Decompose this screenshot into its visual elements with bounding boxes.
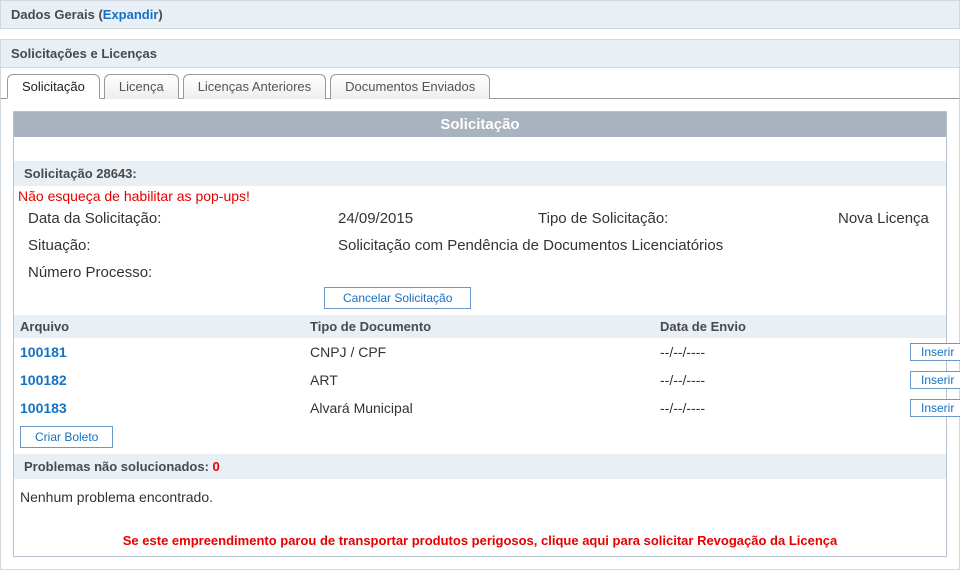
value-tipo-solicitacao: Nova Licença	[838, 210, 932, 227]
cancel-button-row: Cancelar Solicitação	[14, 287, 946, 315]
cancel-solicitation-button[interactable]: Cancelar Solicitação	[324, 287, 471, 309]
problems-header: Problemas não solucionados: 0	[14, 454, 946, 479]
tab-licencas-anteriores[interactable]: Licenças Anteriores	[183, 74, 326, 99]
criar-boleto-button[interactable]: Criar Boleto	[20, 426, 113, 448]
tab-licenca[interactable]: Licença	[104, 74, 179, 99]
col-arquivo: Arquivo	[20, 319, 310, 334]
col-tipo-documento: Tipo de Documento	[310, 319, 660, 334]
expand-link[interactable]: Expandir	[103, 7, 159, 22]
tab-content: Solicitação Solicitação 28643: Não esque…	[0, 99, 960, 570]
footer-warning-link[interactable]: Se este empreendimento parou de transpor…	[14, 529, 946, 556]
problems-label: Problemas não solucionados:	[24, 459, 213, 474]
problems-count: 0	[213, 459, 220, 474]
value-data-solicitacao: 24/09/2015	[338, 210, 538, 227]
spacer	[14, 137, 946, 161]
table-row: 100182 ART --/--/---- Inserir	[14, 366, 946, 394]
doc-date: --/--/----	[660, 344, 910, 360]
table-header: Arquivo Tipo de Documento Data de Envio	[14, 315, 946, 338]
insert-button[interactable]: Inserir	[910, 371, 960, 389]
doc-date: --/--/----	[660, 372, 910, 388]
table-row: 100183 Alvará Municipal --/--/---- Inser…	[14, 394, 946, 422]
value-numero-processo	[338, 264, 932, 281]
doc-type: CNPJ / CPF	[310, 344, 660, 360]
boleto-row: Criar Boleto	[14, 422, 946, 450]
general-data-header: Dados Gerais (Expandir)	[0, 0, 960, 29]
file-link[interactable]: 100181	[20, 344, 67, 360]
insert-button[interactable]: Inserir	[910, 343, 960, 361]
doc-type: ART	[310, 372, 660, 388]
label-data-solicitacao: Data da Solicitação:	[28, 210, 338, 227]
file-link[interactable]: 100182	[20, 372, 67, 388]
sub-header: Solicitação 28643:	[14, 161, 946, 186]
label-numero-processo: Número Processo:	[28, 264, 338, 281]
tab-solicitacao[interactable]: Solicitação	[7, 74, 100, 99]
table-row: 100181 CNPJ / CPF --/--/---- Inserir	[14, 338, 946, 366]
file-link[interactable]: 100183	[20, 400, 67, 416]
insert-button[interactable]: Inserir	[910, 399, 960, 417]
doc-date: --/--/----	[660, 400, 910, 416]
popup-warning: Não esqueça de habilitar as pop-ups!	[14, 186, 946, 204]
general-data-label: Dados Gerais	[11, 7, 95, 22]
col-data-envio: Data de Envio	[660, 319, 910, 334]
inner-title: Solicitação	[14, 112, 946, 137]
no-problems-text: Nenhum problema encontrado.	[14, 479, 946, 529]
info-grid: Data da Solicitação: 24/09/2015 Tipo de …	[14, 204, 946, 287]
value-situacao: Solicitação com Pendência de Documentos …	[338, 237, 932, 254]
section-title: Solicitações e Licenças	[0, 39, 960, 67]
doc-type: Alvará Municipal	[310, 400, 660, 416]
label-situacao: Situação:	[28, 237, 338, 254]
tab-documentos-enviados[interactable]: Documentos Enviados	[330, 74, 490, 99]
inner-box: Solicitação Solicitação 28643: Não esque…	[13, 111, 947, 557]
label-tipo-solicitacao: Tipo de Solicitação:	[538, 210, 838, 227]
tab-row: Solicitação Licença Licenças Anteriores …	[0, 67, 960, 99]
